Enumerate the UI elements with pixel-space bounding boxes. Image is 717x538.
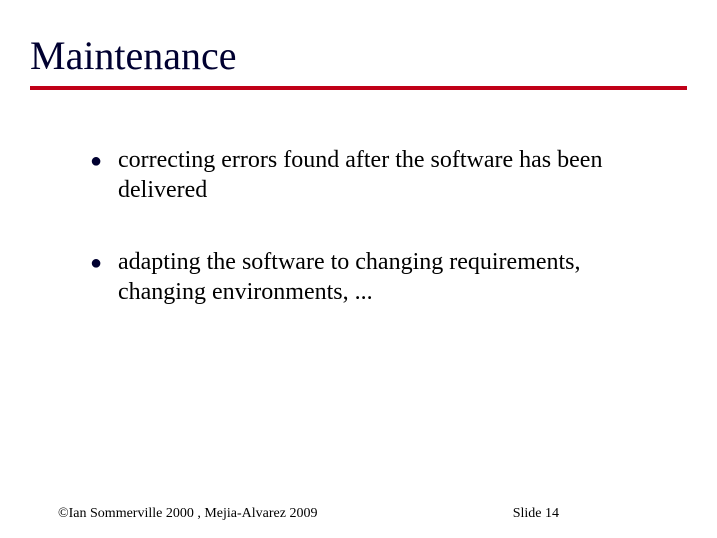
list-item: ● adapting the software to changing requ…: [90, 247, 657, 307]
copyright-text: ©Ian Sommerville 2000 , Mejia-Alvarez 20…: [58, 506, 317, 522]
list-item-text: correcting errors found after the softwa…: [118, 145, 657, 205]
slide-footer: ©Ian Sommerville 2000 , Mejia-Alvarez 20…: [0, 506, 717, 522]
slide-number: Slide 14: [513, 506, 659, 522]
bullet-icon: ●: [90, 247, 118, 277]
list-item-text: adapting the software to changing requir…: [118, 247, 657, 307]
slide-title: Maintenance: [30, 34, 687, 84]
slide-body: ● correcting errors found after the soft…: [30, 90, 687, 307]
list-item: ● correcting errors found after the soft…: [90, 145, 657, 205]
bullet-icon: ●: [90, 145, 118, 175]
slide: Maintenance ● correcting errors found af…: [0, 0, 717, 538]
